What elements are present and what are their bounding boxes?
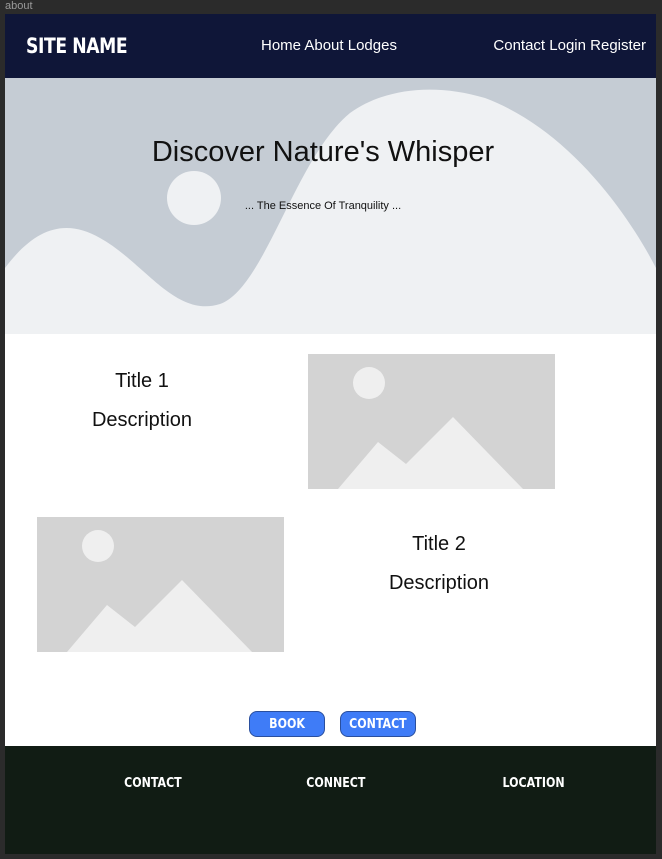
page-artboard: SITE NAME Home About Lodges Contact Logi…: [5, 14, 656, 854]
hero-banner: Discover Nature's Whisper ... The Essenc…: [5, 78, 656, 334]
nav-link-register[interactable]: Register: [590, 37, 646, 54]
feature-2-description: Description: [388, 572, 490, 594]
feature-1-description: Description: [91, 409, 193, 431]
footer-contact-label: CONTACT: [124, 776, 182, 791]
site-name-logo[interactable]: SITE NAME: [26, 34, 128, 58]
book-button[interactable]: BOOK: [249, 711, 325, 737]
page-footer: CONTACT CONNECT LOCATION: [5, 746, 656, 854]
feature-2-image-placeholder: [37, 517, 284, 652]
book-button-label: BOOK: [269, 716, 305, 732]
footer-link-contact[interactable]: CONTACT: [119, 776, 187, 791]
footer-location-label: LOCATION: [502, 776, 565, 791]
top-navbar: SITE NAME Home About Lodges Contact Logi…: [5, 14, 656, 78]
nav-link-about[interactable]: About: [304, 37, 343, 54]
nav-link-login[interactable]: Login: [549, 37, 586, 54]
footer-connect-label: CONNECT: [306, 776, 366, 791]
nav-link-lodges[interactable]: Lodges: [348, 37, 397, 54]
nav-link-home[interactable]: Home: [261, 37, 301, 54]
hero-subtitle: ... The Essence Of Tranquility ...: [244, 200, 402, 212]
sun-icon: [167, 171, 221, 225]
hero-title: Discover Nature's Whisper: [151, 136, 495, 168]
feature-1-title: Title 1: [115, 370, 169, 392]
contact-button[interactable]: CONTACT: [340, 711, 416, 737]
image-placeholder-icon: [338, 367, 523, 489]
footer-link-connect[interactable]: CONNECT: [301, 776, 371, 791]
footer-link-location[interactable]: LOCATION: [497, 776, 570, 791]
frame-label: about: [5, 0, 33, 12]
nav-links-left: Home About Lodges: [261, 37, 397, 54]
nav-link-contact[interactable]: Contact: [493, 37, 545, 54]
feature-1-image-placeholder: [308, 354, 555, 489]
feature-2-title: Title 2: [412, 533, 466, 555]
image-placeholder-icon: [67, 530, 252, 652]
contact-button-label: CONTACT: [349, 716, 407, 732]
nav-links-right: Contact Login Register: [493, 37, 646, 54]
